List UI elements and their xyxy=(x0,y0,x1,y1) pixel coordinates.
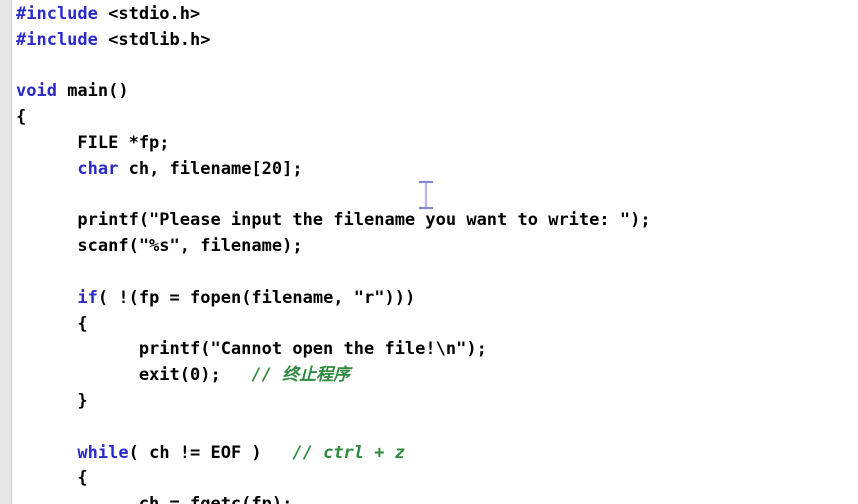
code-token-kw: while xyxy=(77,442,129,463)
code-line[interactable]: printf("Cannot open the file!\n"); xyxy=(16,337,858,363)
code-line[interactable] xyxy=(16,183,858,209)
editor-gutter xyxy=(0,0,12,504)
code-content-area[interactable]: #include <stdio.h> #include <stdlib.h> voi… xyxy=(13,0,858,504)
code-line[interactable]: while( ch != EOF ) // ctrl + z xyxy=(16,441,858,467)
code-line[interactable]: } xyxy=(16,389,858,415)
code-line[interactable] xyxy=(16,54,858,80)
code-token-plain: ch = fgetc(fp); xyxy=(16,494,293,504)
code-token-kw: void xyxy=(16,81,57,102)
code-line[interactable]: ch = fgetc(fp); xyxy=(16,492,858,504)
code-token-cmt: // ctrl + z xyxy=(292,442,405,463)
code-line[interactable]: { xyxy=(16,105,858,131)
code-token-plain: exit(0); xyxy=(16,365,252,386)
code-token-cmt: // 终止程序 xyxy=(251,365,351,386)
code-token-kw: if xyxy=(77,287,98,308)
code-token-pre: #include xyxy=(16,29,98,50)
code-line[interactable] xyxy=(16,260,858,286)
code-token-plain: { xyxy=(16,468,88,489)
code-token-plain: ( !(fp = fopen(filename, "r"))) xyxy=(97,287,416,308)
code-token-pre: #include xyxy=(16,4,98,24)
code-token-plain: <stdio.h> xyxy=(97,4,201,24)
code-editor-screen: #include <stdio.h> #include <stdlib.h> voi… xyxy=(0,0,858,504)
code-token-plain: printf("Cannot open the file!\n"); xyxy=(16,339,487,360)
code-line[interactable]: #include <stdio.h> xyxy=(16,2,858,28)
code-line[interactable]: printf("Please input the filename you wa… xyxy=(16,208,858,234)
code-token-plain: { xyxy=(16,313,88,334)
code-token-plain: <stdlib.h> xyxy=(97,29,211,50)
code-token-plain: ( ch != EOF ) xyxy=(128,442,293,463)
code-line[interactable]: #include <stdlib.h> xyxy=(16,28,858,54)
code-token-plain: FILE *fp; xyxy=(16,132,170,153)
code-token-plain: ch, filename[20]; xyxy=(118,158,303,179)
code-line[interactable]: { xyxy=(16,312,858,338)
code-token-plain: } xyxy=(16,390,88,411)
code-token-plain: { xyxy=(16,107,27,128)
code-token-kw: char xyxy=(77,158,119,179)
code-line[interactable]: char ch, filename[20]; xyxy=(16,157,858,183)
code-line[interactable]: if( !(fp = fopen(filename, "r"))) xyxy=(16,286,858,312)
code-line[interactable] xyxy=(16,415,858,441)
code-token-plain: main() xyxy=(56,81,129,102)
code-token-plain: printf("Please input the filename you wa… xyxy=(16,210,651,231)
code-line[interactable]: exit(0); // 终止程序 xyxy=(16,363,858,389)
code-line[interactable]: { xyxy=(16,466,858,492)
code-line[interactable]: void main() xyxy=(16,79,858,105)
code-line[interactable]: scanf("%s", filename); xyxy=(16,234,858,260)
code-line[interactable]: FILE *fp; xyxy=(16,131,858,157)
code-token-plain: scanf("%s", filename); xyxy=(16,236,303,257)
